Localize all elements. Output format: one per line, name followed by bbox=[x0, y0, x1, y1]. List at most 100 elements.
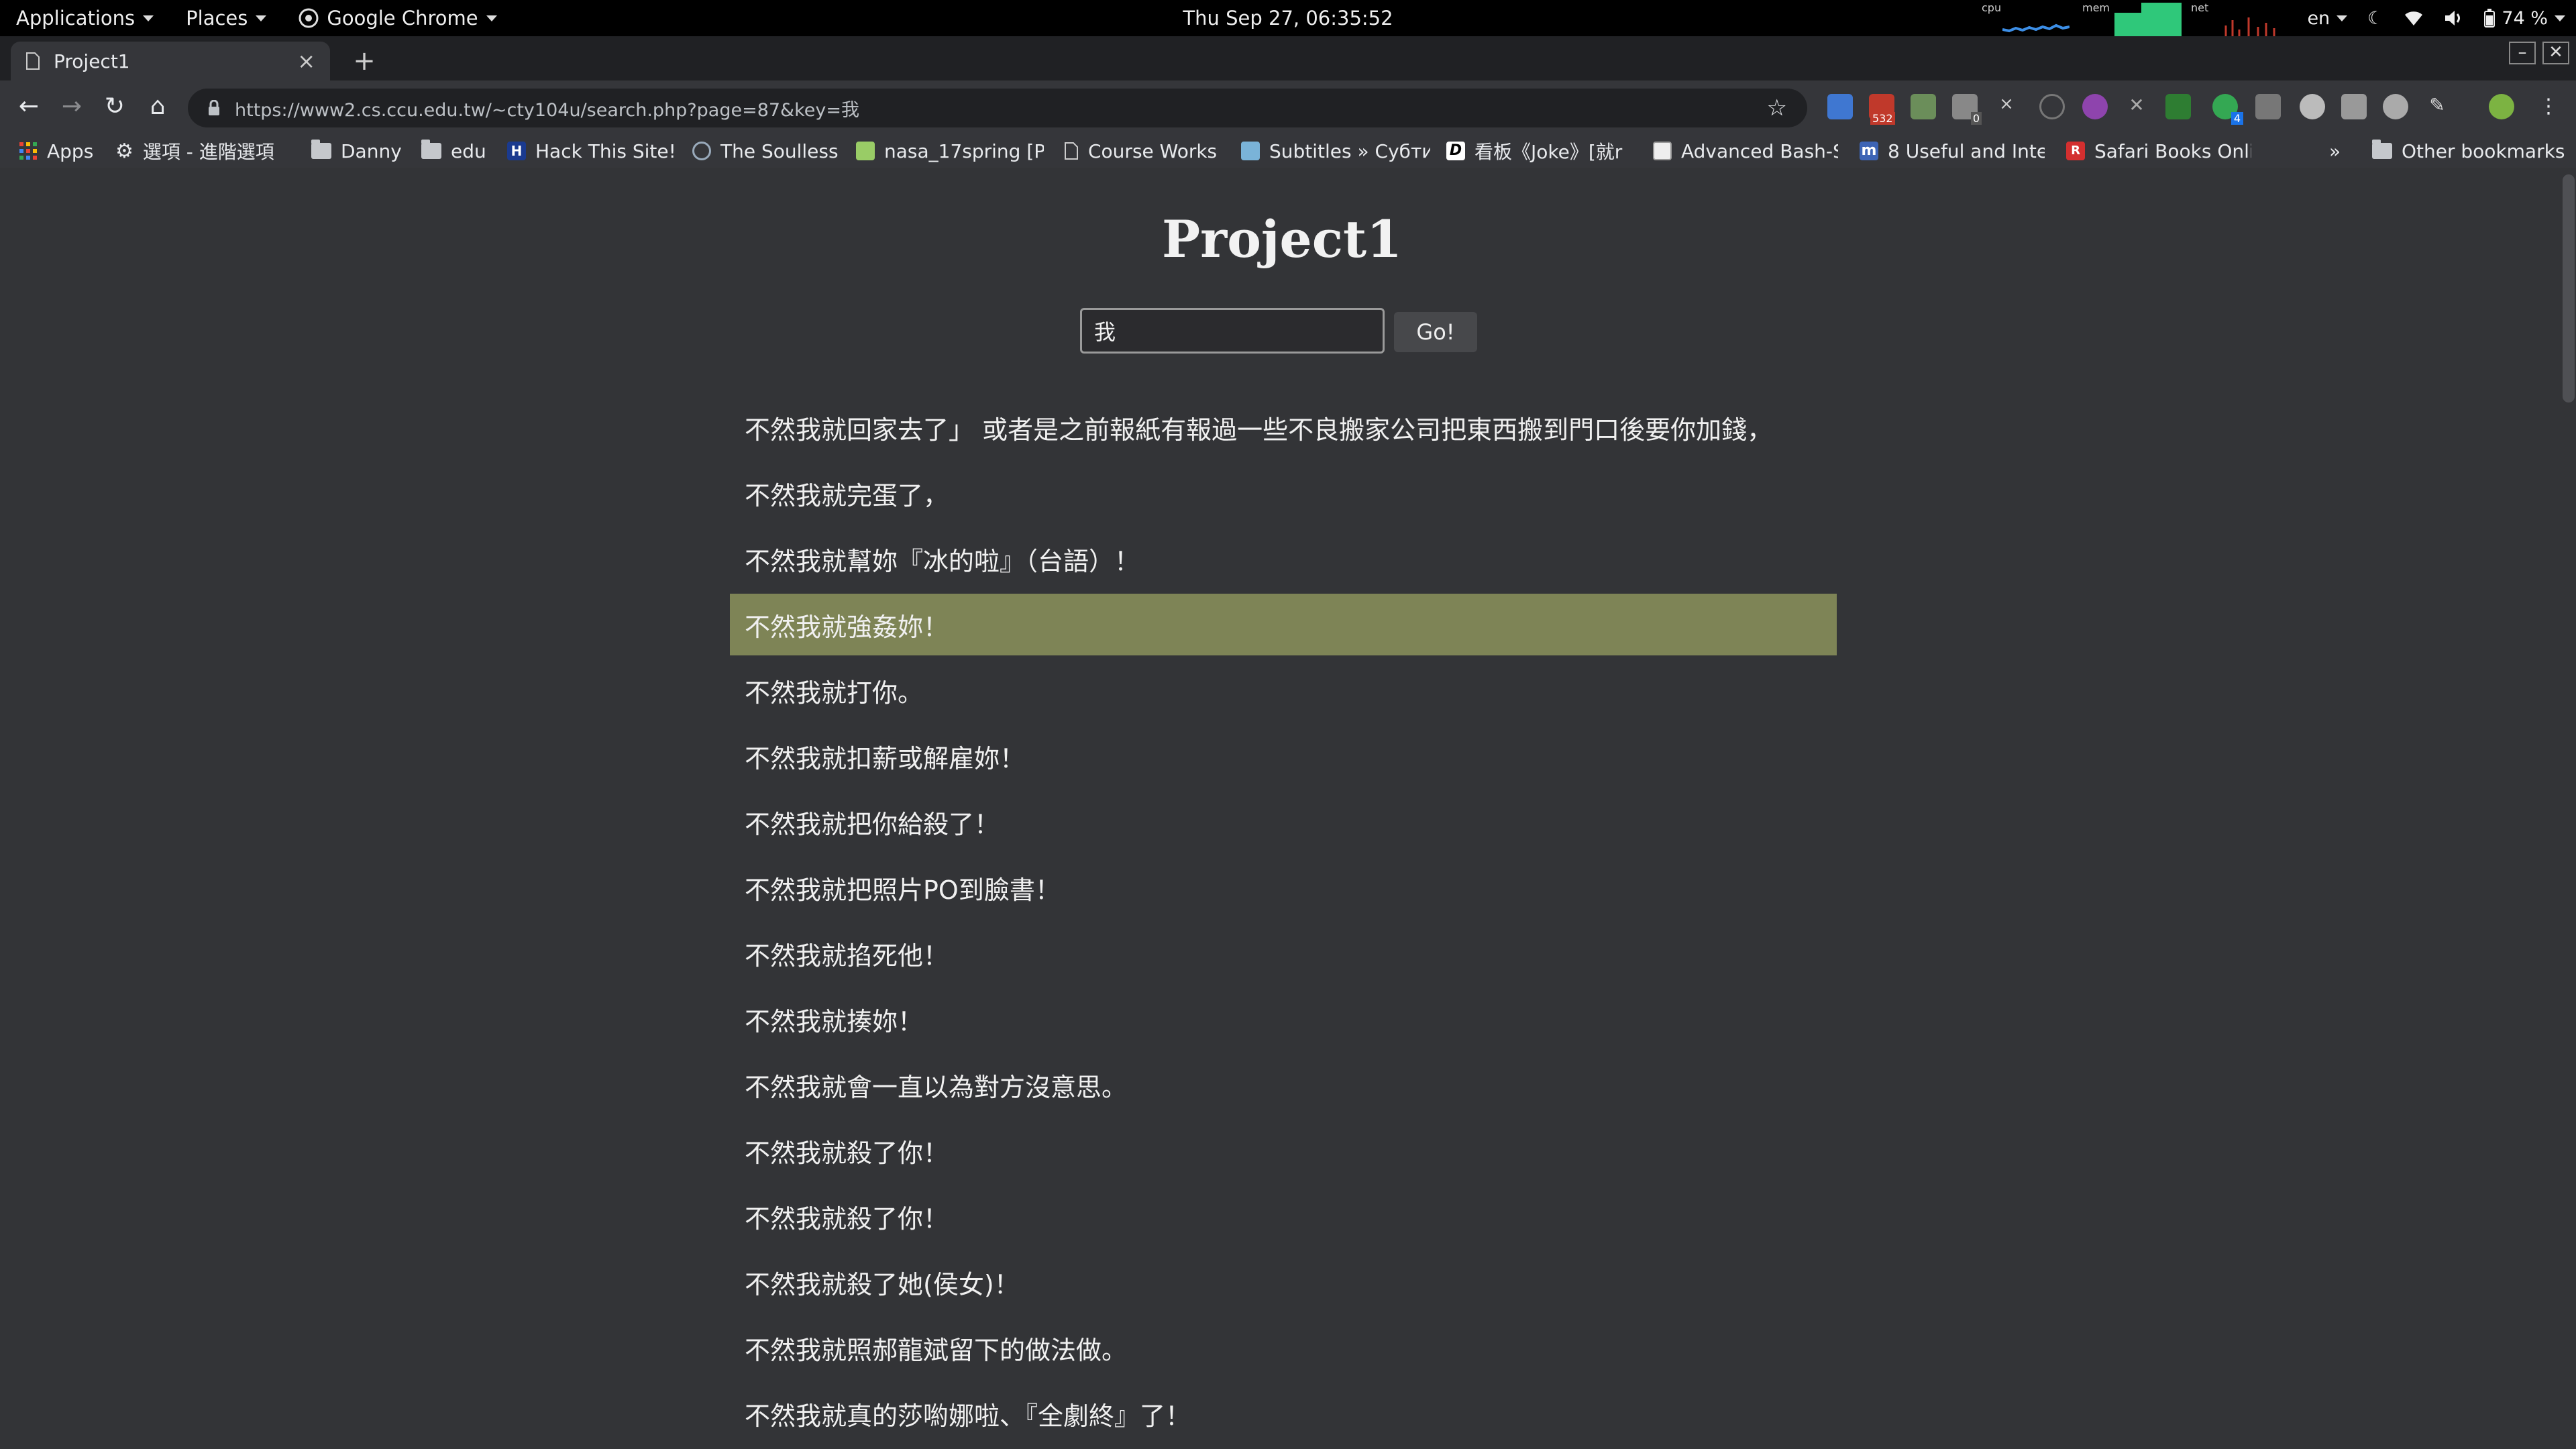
nasa-icon bbox=[856, 142, 875, 160]
back-button[interactable]: ← bbox=[12, 90, 46, 123]
bookmark-safari-books[interactable]: R Safari Books Onli bbox=[2066, 137, 2251, 165]
result-row[interactable]: 不然我就殺了你！ bbox=[730, 1118, 1837, 1183]
bookmark-subtitles[interactable]: Subtitles » Субти bbox=[1241, 137, 1430, 165]
battery-icon bbox=[2484, 9, 2496, 28]
address-bar[interactable]: https://www2.cs.ccu.edu.tw/~cty104u/sear… bbox=[188, 89, 1807, 127]
result-row[interactable]: 不然我就回家去了」 或者是之前報紙有報過一些不良搬家公司把東西搬到門口後要你加錢… bbox=[730, 394, 1837, 460]
bookmark-label: Course Works bbox=[1088, 140, 1218, 162]
bookmark-label: Advanced Bash-S bbox=[1681, 140, 1838, 162]
binary-extension-icon[interactable] bbox=[2255, 94, 2281, 119]
page-scrollbar[interactable] bbox=[2563, 174, 2575, 402]
bookmark-the-soulless[interactable]: The Soulless bbox=[692, 137, 839, 165]
folder-icon bbox=[421, 140, 441, 159]
result-row[interactable]: 不然我就真的莎喲娜啦、『全劇終』了！ bbox=[730, 1381, 1837, 1446]
mem-graph bbox=[2114, 3, 2182, 36]
chrome-icon bbox=[299, 8, 319, 28]
bookmark-label: Subtitles » Субти bbox=[1269, 140, 1430, 162]
checkbox-extension-icon[interactable] bbox=[2165, 94, 2191, 119]
home-button[interactable]: ⌂ bbox=[141, 90, 174, 123]
result-row[interactable]: 不然我就殺了你！ bbox=[730, 1183, 1837, 1249]
clock[interactable]: Thu Sep 27, 06:35:52 bbox=[1183, 7, 1393, 30]
applications-menu[interactable]: Applications bbox=[0, 0, 170, 36]
result-row[interactable]: 不然我就扣薪或解雇妳！ bbox=[730, 723, 1837, 789]
bookmark-label: 8 Useful and Inte bbox=[1888, 140, 2045, 162]
translate-extension-icon[interactable] bbox=[1827, 94, 1853, 119]
x-extension-icon[interactable]: × bbox=[1994, 94, 2019, 119]
battery-percent: 74 % bbox=[2502, 7, 2548, 29]
soulless-icon bbox=[692, 142, 711, 160]
four-badge: 4 bbox=[2231, 112, 2243, 125]
bookmark-hack-this-site[interactable]: H Hack This Site! bbox=[507, 137, 676, 165]
search-input[interactable] bbox=[1080, 308, 1385, 354]
wifi-icon[interactable] bbox=[2404, 9, 2424, 27]
bookmark-advanced-bash[interactable]: Advanced Bash-S bbox=[1653, 137, 1838, 165]
language-menu[interactable]: en bbox=[2307, 8, 2348, 29]
system-tray: en ☾ 74 % bbox=[2307, 0, 2565, 36]
subtitles-icon bbox=[1241, 142, 1260, 160]
chat-extension-icon[interactable] bbox=[2300, 94, 2325, 119]
battery-menu[interactable]: 74 % bbox=[2484, 8, 2565, 29]
result-row[interactable]: 不然我就把你給殺了！ bbox=[730, 789, 1837, 855]
result-row[interactable]: 不然我就揍妳！ bbox=[730, 986, 1837, 1052]
mail-badge: 532 bbox=[1870, 112, 1895, 125]
bookmark-folder-danny[interactable]: Danny bbox=[311, 137, 402, 165]
chrome-app-menu[interactable]: Google Chrome bbox=[282, 0, 513, 36]
mail-extension-icon[interactable]: 532 bbox=[1869, 94, 1895, 125]
page-icon bbox=[26, 52, 40, 70]
close-tab-icon[interactable]: × bbox=[297, 48, 315, 74]
new-tab-button[interactable]: + bbox=[349, 46, 380, 76]
forward-button[interactable]: → bbox=[55, 90, 89, 123]
bookmark-nasa-17spring[interactable]: nasa_17spring [P bbox=[856, 137, 1044, 165]
apps-grid-icon bbox=[19, 142, 37, 160]
chevron-down-icon bbox=[2337, 15, 2348, 21]
close-window-button[interactable]: ✕ bbox=[2542, 42, 2569, 64]
rocket-extension-icon[interactable]: 0 bbox=[1952, 94, 1982, 125]
gnome-top-bar: Applications Places Google Chrome Thu Se… bbox=[0, 0, 2576, 36]
bookmark-advanced-options[interactable]: ⚙ 選項 - 進階選項 bbox=[115, 137, 274, 165]
bookmark-joke-board[interactable]: D 看板《Joke》[就r bbox=[1446, 137, 1631, 165]
bookmark-course-works[interactable]: Course Works bbox=[1064, 137, 1217, 165]
refresh-extension-icon[interactable] bbox=[2383, 94, 2408, 119]
green-extension-icon[interactable]: 4 bbox=[2212, 94, 2243, 125]
result-row[interactable]: 不然我就殺了她(侯女)！ bbox=[730, 1249, 1837, 1315]
go-button[interactable]: Go! bbox=[1394, 312, 1477, 352]
bookmark-label: Apps bbox=[47, 140, 94, 162]
applications-label: Applications bbox=[16, 7, 136, 30]
lock-icon[interactable] bbox=[208, 100, 220, 116]
folder-icon bbox=[2372, 140, 2392, 159]
tools-extension-icon[interactable]: ✕ bbox=[2124, 94, 2149, 119]
bookmark-label: Safari Books Onli bbox=[2094, 140, 2251, 162]
reload-button[interactable]: ↻ bbox=[98, 90, 131, 123]
night-light-icon[interactable]: ☾ bbox=[2367, 8, 2383, 29]
dots-extension-icon[interactable] bbox=[2082, 94, 2108, 119]
bookmark-star-icon[interactable]: ☆ bbox=[1767, 95, 1787, 121]
result-row[interactable]: 不然我就幫妳『冰的啦』（台語）！ bbox=[730, 526, 1837, 592]
volume-icon[interactable] bbox=[2444, 9, 2464, 28]
cpu-label: cpu bbox=[1982, 1, 2002, 14]
safari-books-icon: R bbox=[2066, 142, 2085, 160]
lock-extension-icon[interactable] bbox=[2341, 94, 2367, 119]
chrome-menu-icon[interactable]: ⋮ bbox=[2536, 94, 2561, 119]
zero-badge: 0 bbox=[1970, 112, 1982, 125]
bookmark-folder-edu[interactable]: edu bbox=[421, 137, 486, 165]
result-row[interactable]: 不然我就掐死他！ bbox=[730, 920, 1837, 986]
bookmark-apps[interactable]: Apps bbox=[19, 137, 93, 165]
result-row[interactable]: 不然我就完蛋了， bbox=[730, 460, 1837, 526]
result-row[interactable]: 不然我就照郝龍斌留下的做法做。 bbox=[730, 1315, 1837, 1381]
result-row[interactable]: 不然我就打你。 bbox=[730, 657, 1837, 723]
bookmark-other-bookmarks[interactable]: Other bookmarks bbox=[2372, 137, 2565, 165]
mem-monitor[interactable]: mem bbox=[2080, 0, 2120, 36]
bookmarks-overflow-button[interactable]: » bbox=[2329, 137, 2341, 165]
tab-extension-icon[interactable] bbox=[1911, 94, 1936, 119]
frog-avatar-icon[interactable] bbox=[2489, 94, 2514, 119]
circle-extension-icon[interactable] bbox=[2039, 94, 2065, 119]
result-row[interactable]: 不然我就會一直以為對方沒意思。 bbox=[730, 1052, 1837, 1118]
tab-title: Project1 bbox=[54, 50, 130, 72]
tab-project1[interactable]: Project1 × bbox=[11, 42, 330, 80]
result-row[interactable]: 不然我就把照片PO到臉書！ bbox=[730, 855, 1837, 920]
places-menu[interactable]: Places bbox=[170, 0, 282, 36]
pen-extension-icon[interactable]: ✎ bbox=[2424, 94, 2450, 119]
bookmark-8-useful[interactable]: m 8 Useful and Inte bbox=[1860, 137, 2045, 165]
result-row-highlighted[interactable]: 不然我就強姦妳！ bbox=[730, 594, 1837, 655]
minimize-window-button[interactable]: – bbox=[2509, 42, 2536, 64]
